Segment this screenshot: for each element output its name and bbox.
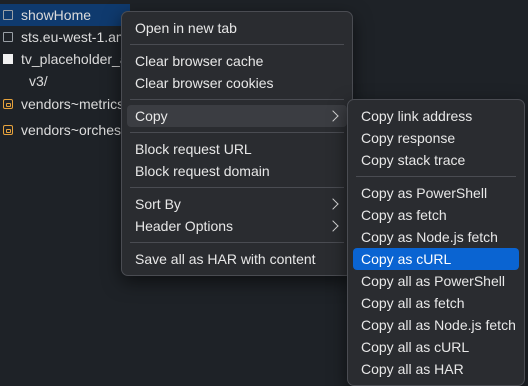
menu-item-block-url[interactable]: Block request URL [127,138,347,160]
menu-item-copy-powershell[interactable]: Copy as PowerShell [353,182,519,204]
menu-item-copy[interactable]: Copy [127,105,347,127]
request-name: sts.eu-west-1.am [21,29,128,45]
menu-item-copy-curl[interactable]: Copy as cURL [353,248,519,270]
request-row-tv-placeholder[interactable]: tv_placeholder_a [0,48,130,70]
menu-separator [130,132,344,133]
js-file-icon [3,125,13,135]
document-icon [3,32,13,42]
menu-item-copy-response[interactable]: Copy response [353,127,519,149]
document-white-icon [3,54,13,64]
request-name: v3/ [29,73,48,89]
menu-item-copy-node-fetch[interactable]: Copy as Node.js fetch [353,226,519,248]
menu-item-copy-fetch[interactable]: Copy as fetch [353,204,519,226]
menu-item-header-options[interactable]: Header Options [127,215,347,237]
request-row-sts[interactable]: sts.eu-west-1.am [0,26,130,48]
menu-item-copy-all-curl[interactable]: Copy all as cURL [353,336,519,358]
request-row-showhome[interactable]: showHome [0,4,130,26]
document-icon [3,10,13,20]
chevron-right-icon [327,110,339,122]
menu-item-block-domain[interactable]: Block request domain [127,160,347,182]
menu-item-copy-all-powershell[interactable]: Copy all as PowerShell [353,270,519,292]
request-row-vendors-orchest[interactable]: vendors~orchest [0,119,130,141]
menu-separator [130,242,344,243]
menu-separator [130,44,344,45]
menu-item-sort-by[interactable]: Sort By [127,193,347,215]
request-name: showHome [21,7,92,23]
menu-item-clear-cookies[interactable]: Clear browser cookies [127,72,347,94]
menu-separator [130,187,344,188]
menu-item-clear-cache[interactable]: Clear browser cache [127,50,347,72]
chevron-right-icon [327,220,339,232]
menu-item-copy-stack[interactable]: Copy stack trace [353,149,519,171]
menu-item-save-har[interactable]: Save all as HAR with content [127,248,347,270]
menu-separator [130,99,344,100]
menu-item-copy-all-fetch[interactable]: Copy all as fetch [353,292,519,314]
request-name: vendors~orchest [21,122,125,138]
menu-item-open-new-tab[interactable]: Open in new tab [127,17,347,39]
request-name: vendors~metrics [21,96,125,112]
menu-item-copy-all-har[interactable]: Copy all as HAR [353,358,519,380]
request-name: tv_placeholder_a [21,51,128,67]
context-menu: Open in new tab Clear browser cache Clea… [121,11,353,276]
menu-item-copy-all-node-fetch[interactable]: Copy all as Node.js fetch [353,314,519,336]
request-row-vendors-metrics[interactable]: vendors~metrics [0,93,130,115]
js-file-icon [3,99,13,109]
copy-submenu: Copy link address Copy response Copy sta… [347,99,525,386]
chevron-right-icon [327,198,339,210]
menu-separator [356,176,516,177]
request-row-v3[interactable]: v3/ [0,70,130,92]
menu-item-copy-link[interactable]: Copy link address [353,105,519,127]
